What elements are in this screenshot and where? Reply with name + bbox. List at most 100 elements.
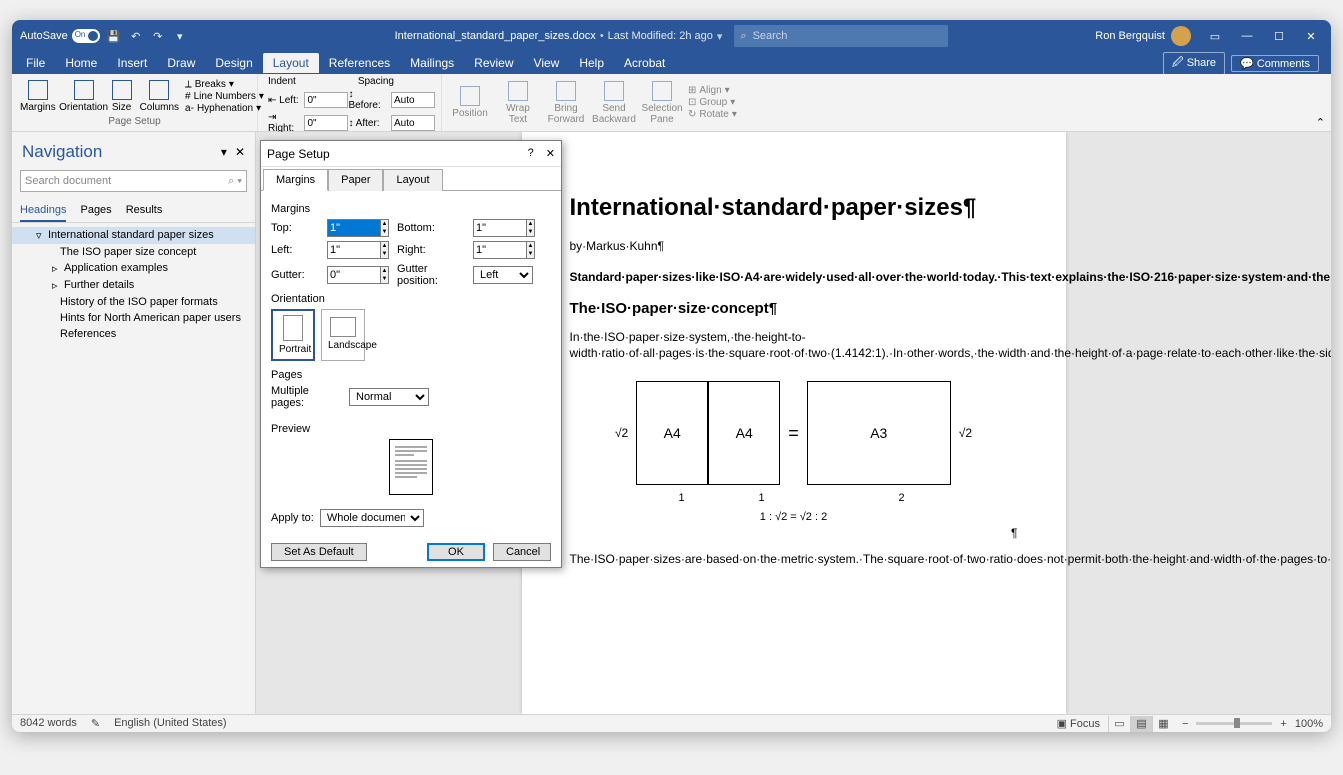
search-box[interactable]: ⌕ Search [734, 25, 948, 47]
preview-section-label: Preview [271, 423, 551, 435]
apply-to-select[interactable]: Whole document [320, 509, 424, 527]
minimize-button[interactable]: — [1231, 20, 1263, 52]
dialog-tab-paper[interactable]: Paper [328, 169, 383, 191]
nav-item[interactable]: ▹Application examples [12, 260, 255, 277]
redo-icon[interactable]: ↷ [150, 28, 166, 44]
avatar [1171, 26, 1191, 46]
gutter-input[interactable] [327, 266, 381, 284]
focus-mode[interactable]: ▣ Focus [1057, 717, 1100, 730]
line-numbers-button[interactable]: # Line Numbers ▾ [185, 91, 264, 102]
autosave-toggle[interactable]: AutoSave On [20, 29, 100, 43]
zoom-out-icon[interactable]: − [1182, 718, 1188, 730]
tab-draw[interactable]: Draw [157, 53, 205, 73]
maximize-button[interactable]: ☐ [1263, 20, 1295, 52]
nav-tab-pages[interactable]: Pages [80, 200, 111, 222]
tab-home[interactable]: Home [55, 53, 107, 73]
fig-ratio: 1 : √2 = √2 : 2 [570, 510, 1018, 525]
ok-button[interactable]: OK [427, 543, 485, 561]
breaks-button[interactable]: ⟂ Breaks ▾ [185, 79, 264, 90]
navigation-pane: Navigation ▾ ✕ Search document ⌕ ▾ Headi… [12, 132, 256, 714]
spacing-before-input[interactable]: Auto [391, 92, 435, 108]
dialog-help-icon[interactable]: ? [528, 147, 534, 160]
orientation-section-label: Orientation [271, 293, 551, 305]
tab-file[interactable]: File [16, 53, 55, 73]
nav-item[interactable]: ▹Further details [12, 277, 255, 294]
qat-more-icon[interactable]: ▾ [172, 28, 188, 44]
tab-review[interactable]: Review [464, 53, 523, 73]
size-button[interactable]: Size [110, 76, 134, 116]
nav-search-input[interactable]: Search document ⌕ ▾ [20, 170, 247, 192]
word-count[interactable]: 8042 words [20, 717, 77, 730]
read-mode-icon[interactable]: ▭ [1108, 716, 1130, 732]
nav-item[interactable]: The ISO paper size concept [12, 244, 255, 260]
cancel-button[interactable]: Cancel [493, 543, 551, 561]
doc-p1: In·the·ISO·paper·size·system,·the·height… [570, 329, 1018, 361]
margin-left-input[interactable] [327, 241, 381, 259]
dialog-tab-margins[interactable]: Margins [263, 169, 328, 191]
tab-acrobat[interactable]: Acrobat [614, 53, 675, 73]
tab-mailings[interactable]: Mailings [400, 53, 464, 73]
print-layout-icon[interactable]: ▤ [1130, 716, 1152, 732]
language-status[interactable]: English (United States) [114, 717, 227, 730]
ribbon: Margins Orientation Size Columns ⟂ Break… [12, 74, 1331, 132]
tab-help[interactable]: Help [569, 53, 614, 73]
dialog-tab-layout[interactable]: Layout [383, 169, 442, 191]
portrait-option[interactable]: Portrait [271, 309, 315, 361]
tab-view[interactable]: View [524, 53, 570, 73]
zoom-in-icon[interactable]: + [1280, 718, 1286, 730]
orientation-button[interactable]: Orientation [62, 76, 106, 116]
nav-tab-headings[interactable]: Headings [20, 200, 66, 222]
tab-layout[interactable]: Layout [263, 53, 319, 73]
columns-button[interactable]: Columns [138, 76, 181, 116]
dialog-title: Page Setup [267, 147, 330, 161]
tab-references[interactable]: References [319, 53, 400, 73]
comments-button[interactable]: 💬 Comments [1231, 55, 1319, 72]
nav-item[interactable]: Hints for North American paper users [12, 310, 255, 326]
tab-insert[interactable]: Insert [107, 53, 157, 73]
doc-h2: The·ISO·paper·size·concept¶ [570, 299, 1018, 319]
rotate-button: ↻ Rotate ▾ [688, 109, 737, 120]
status-bar: 8042 words ✎ English (United States) ▣ F… [12, 714, 1331, 732]
margin-right-input[interactable] [473, 241, 527, 259]
share-button[interactable]: 🖉 Share [1163, 52, 1225, 75]
margin-bottom-input[interactable] [473, 219, 527, 237]
tab-design[interactable]: Design [205, 53, 262, 73]
spacing-after-input[interactable]: Auto [391, 115, 435, 131]
undo-icon[interactable]: ↶ [128, 28, 144, 44]
ribbon-options-icon[interactable]: ▭ [1199, 20, 1231, 52]
landscape-option[interactable]: Landscape [321, 309, 365, 361]
selection-pane-button[interactable]: Selection Pane [640, 76, 684, 129]
margin-top-input[interactable] [327, 219, 381, 237]
document-title[interactable]: International_standard_paper_sizes.docx … [395, 30, 723, 43]
set-default-button[interactable]: Set As Default [271, 543, 367, 561]
nav-item[interactable]: History of the ISO paper formats [12, 294, 255, 310]
pages-section-label: Pages [271, 369, 551, 381]
save-icon[interactable]: 💾 [106, 28, 122, 44]
search-icon: ⌕ ▾ [228, 175, 242, 188]
web-layout-icon[interactable]: ▦ [1152, 716, 1174, 732]
para-mark: ¶ [570, 525, 1018, 541]
nav-close-icon[interactable]: ✕ [235, 145, 245, 159]
zoom-slider[interactable] [1196, 722, 1272, 725]
nav-tab-results[interactable]: Results [126, 200, 163, 222]
indent-right-input[interactable]: 0" [304, 115, 348, 131]
user-account[interactable]: Ron Bergquist [1095, 26, 1191, 46]
nav-item-root[interactable]: ▿International standard paper sizes [12, 227, 255, 244]
position-button: Position [448, 76, 492, 129]
collapse-ribbon-icon[interactable]: ⌃ [1316, 116, 1325, 129]
nav-dropdown-icon[interactable]: ▾ [221, 145, 227, 159]
multiple-pages-select[interactable]: Normal [349, 388, 429, 406]
proofing-icon[interactable]: ✎ [91, 717, 100, 730]
indent-left-input[interactable]: 0" [304, 92, 348, 108]
close-button[interactable]: ✕ [1295, 20, 1327, 52]
nav-item[interactable]: References [12, 326, 255, 342]
nav-title: Navigation [22, 142, 102, 162]
doc-intro: Standard·paper·sizes·like·ISO·A4·are·wid… [570, 269, 1018, 285]
gutter-position-select[interactable]: Left [473, 266, 533, 284]
dialog-close-icon[interactable]: ✕ [546, 147, 555, 160]
hyphenation-button[interactable]: a- Hyphenation ▾ [185, 103, 264, 114]
doc-author: by·Markus·Kuhn¶ [570, 238, 1018, 254]
page-setup-dialog: Page Setup ? ✕ Margins Paper Layout Marg… [260, 140, 562, 568]
margins-button[interactable]: Margins [18, 76, 58, 116]
zoom-level[interactable]: 100% [1295, 718, 1323, 730]
